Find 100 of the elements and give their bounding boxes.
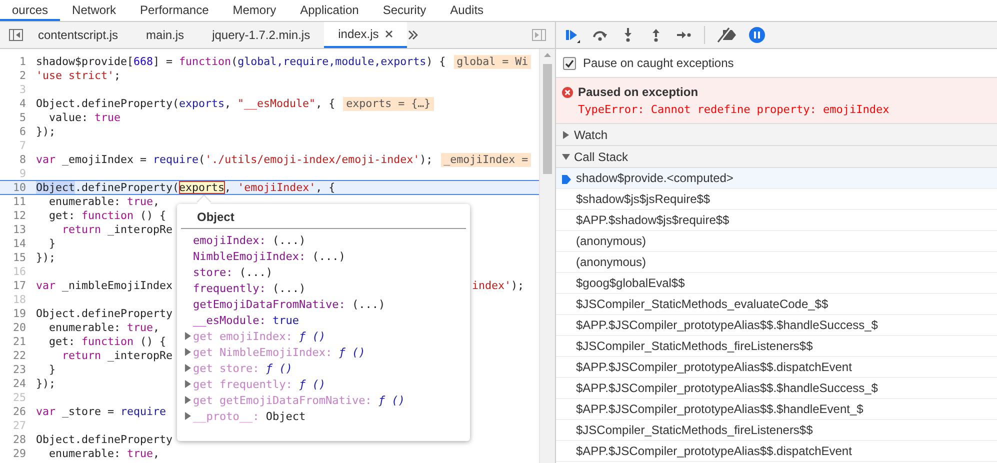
call-frame[interactable]: $goog$globalEval$$ (556, 273, 997, 294)
panel-tab[interactable]: Network (60, 0, 128, 21)
line-number: 24 (12, 377, 27, 391)
code-text: enumerable: true, (48, 447, 160, 461)
line-number: 18 (12, 293, 27, 307)
property-entry[interactable]: __esModule: true (193, 314, 299, 326)
property-entry[interactable]: NimbleEmojiIndex: (...) (193, 250, 346, 262)
panel-tab[interactable]: Audits (438, 0, 496, 21)
line-number: 20 (12, 321, 27, 335)
code-text: var _emojiIndex = require('./utils/emoji-index/emoji-index'); (36, 153, 433, 167)
line-number: 3 (18, 83, 27, 97)
code-text: get: function () { (48, 335, 166, 349)
call-frame[interactable]: $APP.$JSCompiler_prototypeAlias$$.dispatchEvent (556, 357, 997, 378)
call-frame[interactable]: $APP.$shadow$js$require$$ (556, 210, 997, 231)
call-frame[interactable]: $APP.$JSCompiler_prototypeAlias$$.$handleSuccess_$ (556, 378, 997, 399)
line-number: 11 (12, 195, 27, 209)
call-frame[interactable]: $JSCompiler_StaticMethods_evaluateCode_$$ (556, 294, 997, 315)
line-number: 2 (18, 69, 27, 83)
line-number: 9 (18, 167, 27, 181)
code-text: } (48, 237, 56, 251)
call-frame[interactable]: $APP.$JSCompiler_prototypeAlias$$.$handleSuccess_$ (556, 315, 997, 336)
resume-icon[interactable] (564, 27, 580, 43)
line-number: 10 (12, 181, 27, 194)
code-text: return _interopRe (61, 223, 173, 237)
call-frame[interactable]: $APP.$JSCompiler_prototypeAlias$$.dispatchEvent (556, 441, 997, 462)
line-number: 26 (12, 405, 27, 419)
line-number: 15 (12, 251, 27, 265)
file-tab[interactable]: contentscript.js (24, 22, 132, 48)
code-text: } (48, 363, 56, 377)
expand-arrow-icon[interactable] (185, 396, 191, 404)
file-tab[interactable]: index.js (324, 22, 407, 48)
line-number: 29 (12, 447, 27, 461)
call-frame[interactable]: $JSCompiler_StaticMethods_fireListeners$$ (556, 336, 997, 357)
code-text: return _interopRe (61, 349, 173, 363)
line-number: 14 (12, 237, 27, 251)
chevron-icon[interactable] (406, 29, 419, 41)
line-number: 4 (18, 97, 27, 111)
line-number: 17 (12, 279, 27, 293)
panel-tab[interactable]: Security (370, 0, 438, 21)
property-entry[interactable]: get NimbleEmojiIndex: ƒ () (193, 346, 366, 358)
scrollbar-thumb[interactable] (543, 64, 552, 174)
expand-arrow-icon[interactable] (562, 130, 570, 138)
call-frame[interactable]: (anonymous) (556, 252, 997, 273)
property-entry[interactable]: get getEmojiDataFromNative: ƒ () (193, 394, 405, 406)
sidebar-toggle-icon[interactable] (531, 27, 547, 43)
collapse-arrow-icon[interactable] (562, 152, 570, 160)
panel-tab[interactable]: Performance (128, 0, 221, 21)
code-text: enumerable: true, (48, 195, 160, 209)
pause-on-exceptions-icon[interactable] (749, 27, 765, 43)
sidebar-toggle-icon[interactable] (8, 27, 24, 43)
file-tab[interactable]: main.js (132, 22, 198, 48)
property-entry[interactable]: __proto__: Object (193, 410, 306, 422)
code-text: shadow$provide[668] = function(global,require,module,exports) { (36, 55, 446, 69)
call-frame[interactable]: $shadow$js$jsRequire$$ (556, 189, 997, 210)
code-text: var _nimbleEmojiIndex (36, 279, 173, 293)
property-entry[interactable]: frequently: (...) (193, 282, 306, 294)
expand-arrow-icon[interactable] (185, 332, 191, 340)
call-frame[interactable]: shadow$provide.<computed> (556, 168, 997, 189)
line-number: 19 (12, 307, 27, 321)
scrollbar[interactable] (539, 49, 555, 463)
property-entry[interactable]: get frequently: ƒ () (193, 378, 326, 390)
line-number: 28 (12, 433, 27, 447)
exception-title: Paused on exception (578, 85, 698, 99)
deactivate-breakpoints-icon[interactable] (717, 27, 737, 43)
code-text: index'); (472, 279, 524, 293)
code-text: Object.defineProperty(exports, 'emojiIndex', { (36, 181, 336, 194)
line-number: 27 (12, 419, 27, 433)
section-header[interactable]: Call Stack (556, 146, 997, 168)
property-entry[interactable]: getEmojiDataFromNative: (...) (193, 298, 386, 310)
property-entry[interactable]: get store: ƒ () (193, 362, 292, 374)
checkbox-label: Pause on caught exceptions (583, 56, 734, 70)
property-entry[interactable]: store: (...) (193, 266, 272, 278)
error-icon (562, 86, 573, 98)
property-entry[interactable]: emojiIndex: (...) (193, 234, 306, 246)
property-entry[interactable]: get emojiIndex: ƒ () (193, 330, 326, 342)
close-icon[interactable] (384, 30, 393, 38)
code-text: }); (36, 125, 56, 139)
code-text: Object.defineProperty (36, 307, 173, 321)
expand-arrow-icon[interactable] (185, 364, 191, 372)
panel-tab[interactable]: Application (288, 0, 371, 21)
inline-value: exports = {…} (343, 97, 434, 111)
line-number: 21 (12, 335, 27, 349)
line-number: 13 (12, 223, 27, 237)
code-text: Object.defineProperty(exports, "__esModule", { (36, 97, 336, 111)
expand-arrow-icon[interactable] (185, 412, 191, 420)
current-frame-arrow-icon[interactable] (562, 175, 571, 184)
expand-arrow-icon[interactable] (185, 348, 191, 356)
popover-title: Object (181, 210, 466, 229)
line-number: 22 (12, 349, 27, 363)
expand-arrow-icon[interactable] (185, 380, 191, 388)
file-tab[interactable]: jquery-1.7.2.min.js (198, 22, 324, 48)
panel-tab[interactable]: Memory (220, 0, 288, 21)
code-text: value: true (48, 111, 121, 125)
call-frame[interactable]: (anonymous) (556, 231, 997, 252)
section-header[interactable]: Watch (556, 124, 997, 146)
code-text: }); (36, 251, 56, 265)
code-text: var _store = require (36, 405, 166, 419)
call-frame[interactable]: $JSCompiler_StaticMethods_fireListeners$$ (556, 420, 997, 441)
call-frame[interactable]: $APP.$JSCompiler_prototypeAlias$$.$handleEvent_$ (556, 399, 997, 420)
line-number: 25 (12, 391, 27, 405)
